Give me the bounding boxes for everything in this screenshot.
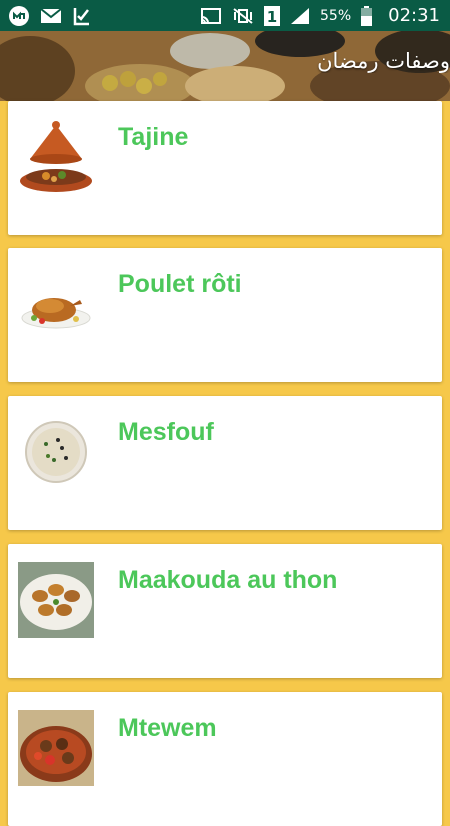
recipe-title: Maakouda au thon [118,566,338,594]
poulet-roti-image [18,266,94,342]
cast-icon [200,7,222,25]
header-banner: وصفات رمضان [0,31,450,101]
recipe-card-tajine[interactable]: Tajine [8,101,442,235]
recipe-card-mesfouf[interactable]: Mesfouf [8,396,442,530]
mtewem-image [18,710,94,786]
recipe-title: Mtewem [118,714,217,742]
recipe-card-poulet-roti[interactable]: Poulet rôti [8,248,442,382]
mute-vibrate-icon [232,7,254,25]
sim-slot-icon: 1 [264,5,280,26]
recipe-title: Mesfouf [118,418,214,446]
download-check-icon [72,6,92,26]
recipe-card-mtewem[interactable]: Mtewem [8,692,442,826]
mesfouf-image [18,414,94,490]
sim-slot-number: 1 [267,8,277,26]
maakouda-au-thon-image [18,562,94,638]
messenger-icon [8,5,30,27]
battery-percent: 55% [320,7,352,24]
recipe-title: Poulet rôti [118,270,242,298]
signal-icon [290,7,310,25]
tajine-image [18,119,94,195]
clock: 02:31 [388,5,440,26]
recipe-card-maakouda-au-thon[interactable]: Maakouda au thon [8,544,442,678]
recipe-title: Tajine [118,123,189,151]
app-title: وصفات رمضان [317,49,450,73]
status-bar: 1 55% 02:31 [0,0,450,31]
mail-icon [40,7,62,25]
battery-icon [361,5,373,26]
